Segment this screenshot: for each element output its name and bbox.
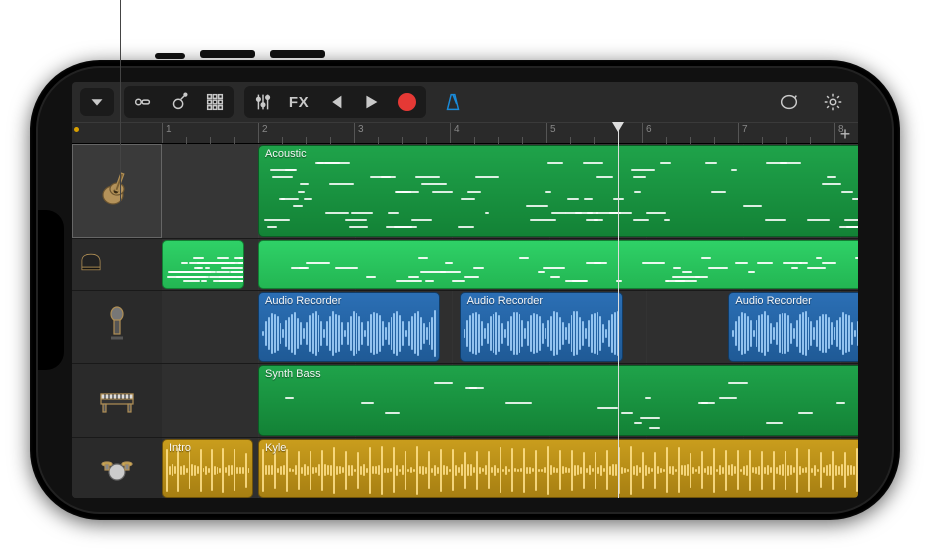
grand-piano-icon — [78, 249, 104, 280]
track-view-button[interactable] — [126, 88, 160, 116]
view-switch-group — [124, 86, 234, 118]
region-label: Audio Recorder — [467, 295, 616, 307]
mute-switch — [155, 53, 185, 59]
phone-frame: FX — [30, 60, 900, 520]
record-button[interactable] — [390, 88, 424, 116]
ruler[interactable]: 123456789 + — [72, 122, 858, 144]
track-headers — [72, 144, 162, 498]
region-label: Synth Bass — [265, 368, 858, 380]
track-lane-acoustic[interactable]: Acoustic — [162, 144, 858, 239]
ruler-bar-number: 1 — [162, 123, 172, 143]
region-label: Intro — [169, 442, 246, 454]
track-header-vocal[interactable] — [72, 291, 162, 364]
play-button[interactable] — [354, 88, 388, 116]
ruler-bar-number: 6 — [642, 123, 652, 143]
add-section-button[interactable]: + — [836, 125, 854, 143]
region-vocal-0[interactable]: Audio Recorder — [258, 292, 440, 362]
ruler-bar-number: 5 — [546, 123, 556, 143]
region-label: Kyle — [265, 442, 858, 454]
region-vocal-2[interactable]: Audio Recorder — [728, 292, 858, 362]
callout-line — [120, 0, 121, 202]
region-piano-0[interactable] — [162, 240, 244, 288]
ruler-bar-number: 3 — [354, 123, 364, 143]
track-header-drums[interactable] — [72, 438, 162, 498]
cycle-indicator — [74, 127, 79, 132]
track-lane-synth[interactable]: Synth Bass — [162, 364, 858, 437]
mixer-button[interactable] — [246, 88, 280, 116]
ruler-bar-number: 4 — [450, 123, 460, 143]
grid-button[interactable] — [198, 88, 232, 116]
transport-group: FX — [244, 86, 426, 118]
acoustic-guitar-icon — [97, 169, 137, 214]
view-menu-button[interactable] — [80, 88, 114, 116]
region-vocal-1[interactable]: Audio Recorder — [460, 292, 623, 362]
metronome-button[interactable] — [436, 88, 470, 116]
track-lane-piano[interactable] — [162, 239, 858, 290]
track-header-synth[interactable] — [72, 364, 162, 437]
ruler-bar-number: 2 — [258, 123, 268, 143]
volume-up-button — [200, 50, 255, 58]
drum-kit-icon — [97, 446, 137, 491]
app-screen: FX — [72, 82, 858, 498]
keyboard-icon — [97, 378, 137, 423]
region-label: Audio Recorder — [735, 295, 855, 307]
region-synth-0[interactable]: Synth Bass — [258, 365, 858, 435]
track-header-acoustic[interactable] — [72, 144, 162, 239]
track-lane-drums[interactable]: Intro Kyle — [162, 438, 858, 498]
tracks-area: AcousticAudio RecorderAudio RecorderAudi… — [72, 144, 858, 498]
volume-down-button — [270, 50, 325, 58]
fx-button[interactable]: FX — [282, 88, 316, 116]
region-label: Audio Recorder — [265, 295, 433, 307]
playhead[interactable] — [618, 122, 619, 498]
fx-label: FX — [289, 94, 309, 111]
region-drums-0[interactable]: Intro — [162, 439, 253, 498]
settings-button[interactable] — [816, 88, 850, 116]
track-header-piano[interactable] — [72, 239, 162, 290]
go-to-beginning-button[interactable] — [318, 88, 352, 116]
ruler-bar-number: 7 — [738, 123, 748, 143]
region-piano-1[interactable] — [258, 240, 858, 288]
region-label: Acoustic — [265, 148, 858, 160]
control-bar: FX — [72, 82, 858, 122]
notch — [36, 210, 64, 370]
phone-bezel: FX — [36, 66, 894, 514]
record-icon — [398, 93, 416, 111]
microphone-icon — [97, 304, 137, 349]
track-lanes[interactable]: AcousticAudio RecorderAudio RecorderAudi… — [162, 144, 858, 498]
instrument-browser-button[interactable] — [162, 88, 196, 116]
plus-icon: + — [840, 124, 851, 144]
track-lane-vocal[interactable]: Audio Recorder Audio Recorder Audio Record… — [162, 291, 858, 364]
region-drums-1[interactable]: Kyle — [258, 439, 858, 498]
region-acoustic-0[interactable]: Acoustic — [258, 145, 858, 237]
loop-browser-button[interactable] — [772, 88, 806, 116]
